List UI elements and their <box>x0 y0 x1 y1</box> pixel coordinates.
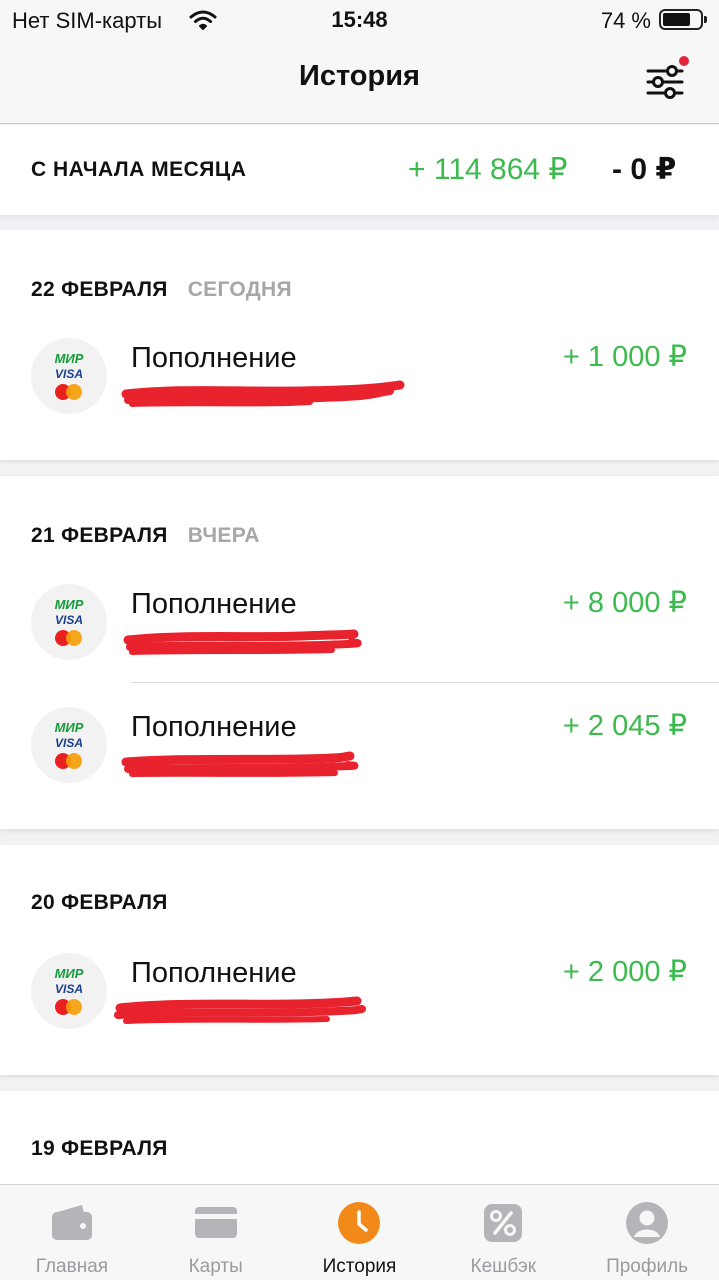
day-date: 22 ФЕВРАЛЯ <box>31 278 168 301</box>
transaction-row[interactable]: МИР VISA Пополнение + 2 045 ₽ <box>0 695 719 805</box>
payment-system-logo: МИР VISA <box>31 953 107 1029</box>
transaction-amount: + 2 045 ₽ <box>562 710 687 742</box>
tab-home[interactable]: Главная <box>0 1185 144 1280</box>
summary-expense: - 0 ₽ <box>612 153 677 186</box>
tab-cashback[interactable]: Кешбэк <box>431 1185 575 1280</box>
day-header: 21 ФЕВРАЛЯ ВЧЕРА <box>31 524 260 548</box>
tab-label: Кешбэк <box>470 1256 537 1277</box>
month-summary: С НАЧАЛА МЕСЯЦА + 114 864 ₽ - 0 ₽ <box>0 125 719 215</box>
transaction-title: Пополнение <box>131 588 297 620</box>
tab-cards[interactable]: Карты <box>144 1185 288 1280</box>
transaction-amount: + 2 000 ₽ <box>562 956 687 988</box>
redacted-details <box>123 629 362 655</box>
battery-percent: 74 % <box>600 8 651 33</box>
mir-logo: МИР <box>54 351 84 366</box>
sliders-icon <box>646 65 684 99</box>
summary-income: + 114 864 ₽ <box>408 153 568 186</box>
tab-label: Карты <box>188 1256 243 1277</box>
day-header: 20 ФЕВРАЛЯ <box>31 891 168 915</box>
day-header: 22 ФЕВРАЛЯ СЕГОДНЯ <box>31 278 292 302</box>
wallet-icon <box>51 1205 92 1240</box>
tab-label: Профиль <box>606 1256 689 1277</box>
day-date: 20 ФЕВРАЛЯ <box>31 891 168 914</box>
transaction-title: Пополнение <box>131 957 297 989</box>
tab-label: История <box>322 1256 397 1277</box>
redacted-details <box>121 380 405 407</box>
payment-system-logo: МИР VISA <box>31 584 107 660</box>
transaction-amount: + 8 000 ₽ <box>562 587 687 619</box>
visa-logo: VISA <box>54 736 83 750</box>
row-divider <box>131 682 719 683</box>
card-icon <box>194 1207 237 1238</box>
tab-history[interactable]: История <box>288 1185 432 1280</box>
visa-logo: VISA <box>54 367 83 381</box>
tab-profile[interactable]: Профиль <box>575 1185 719 1280</box>
clock-icon <box>338 1202 381 1244</box>
payment-system-logo: МИР VISA <box>31 707 107 783</box>
battery-fill <box>663 13 690 26</box>
day-relative: СЕГОДНЯ <box>187 278 292 301</box>
status-bar: Нет SIM-карты 15:48 74 % <box>0 0 719 40</box>
redacted-details <box>114 996 366 1024</box>
day-group-19-feb: 19 ФЕВРАЛЯ <box>0 1091 719 1184</box>
transaction-row[interactable]: МИР VISA Пополнение + 2 000 ₽ <box>0 941 719 1051</box>
nav-bar: История <box>0 40 719 124</box>
profile-icon <box>626 1202 669 1244</box>
mastercard-icon <box>55 630 83 646</box>
mir-logo: МИР <box>54 966 84 981</box>
payment-system-logo: МИР VISA <box>31 338 107 414</box>
transaction-title: Пополнение <box>131 342 297 374</box>
mir-logo: МИР <box>54 720 84 735</box>
redacted-details <box>121 751 359 777</box>
percent-icon <box>484 1204 523 1242</box>
day-date: 21 ФЕВРАЛЯ <box>31 524 168 547</box>
summary-label: С НАЧАЛА МЕСЯЦА <box>31 158 247 181</box>
mastercard-icon <box>55 384 83 400</box>
day-group-21-feb: 21 ФЕВРАЛЯ ВЧЕРА МИР VISA Пополнение + 8 … <box>0 476 719 829</box>
mir-logo: МИР <box>54 597 84 612</box>
day-header: 19 ФЕВРАЛЯ <box>31 1137 168 1161</box>
battery-icon <box>659 9 707 30</box>
battery-nub <box>704 16 707 23</box>
transaction-title: Пополнение <box>131 711 297 743</box>
visa-logo: VISA <box>54 982 83 996</box>
day-group-20-feb: 20 ФЕВРАЛЯ МИР VISA Пополнение + 2 000 ₽ <box>0 845 719 1075</box>
filter-button[interactable] <box>645 56 689 102</box>
visa-logo: VISA <box>54 613 83 627</box>
page-title: История <box>299 60 420 92</box>
tab-label: Главная <box>35 1256 109 1277</box>
day-group-22-feb: 22 ФЕВРАЛЯ СЕГОДНЯ МИР VISA Пополнение + … <box>0 230 719 460</box>
day-date: 19 ФЕВРАЛЯ <box>31 1137 168 1160</box>
transaction-amount: + 1 000 ₽ <box>562 341 687 373</box>
transaction-row[interactable]: МИР VISA Пополнение + 8 000 ₽ <box>0 572 719 682</box>
notification-dot <box>679 56 689 66</box>
day-relative: ВЧЕРА <box>187 524 260 547</box>
tab-bar: Главная Карты История Кешбэк Профиль <box>0 1184 719 1280</box>
transaction-row[interactable]: МИР VISA Пополнение + 1 000 ₽ <box>0 326 719 436</box>
mastercard-icon <box>55 753 83 769</box>
mastercard-icon <box>55 999 83 1015</box>
